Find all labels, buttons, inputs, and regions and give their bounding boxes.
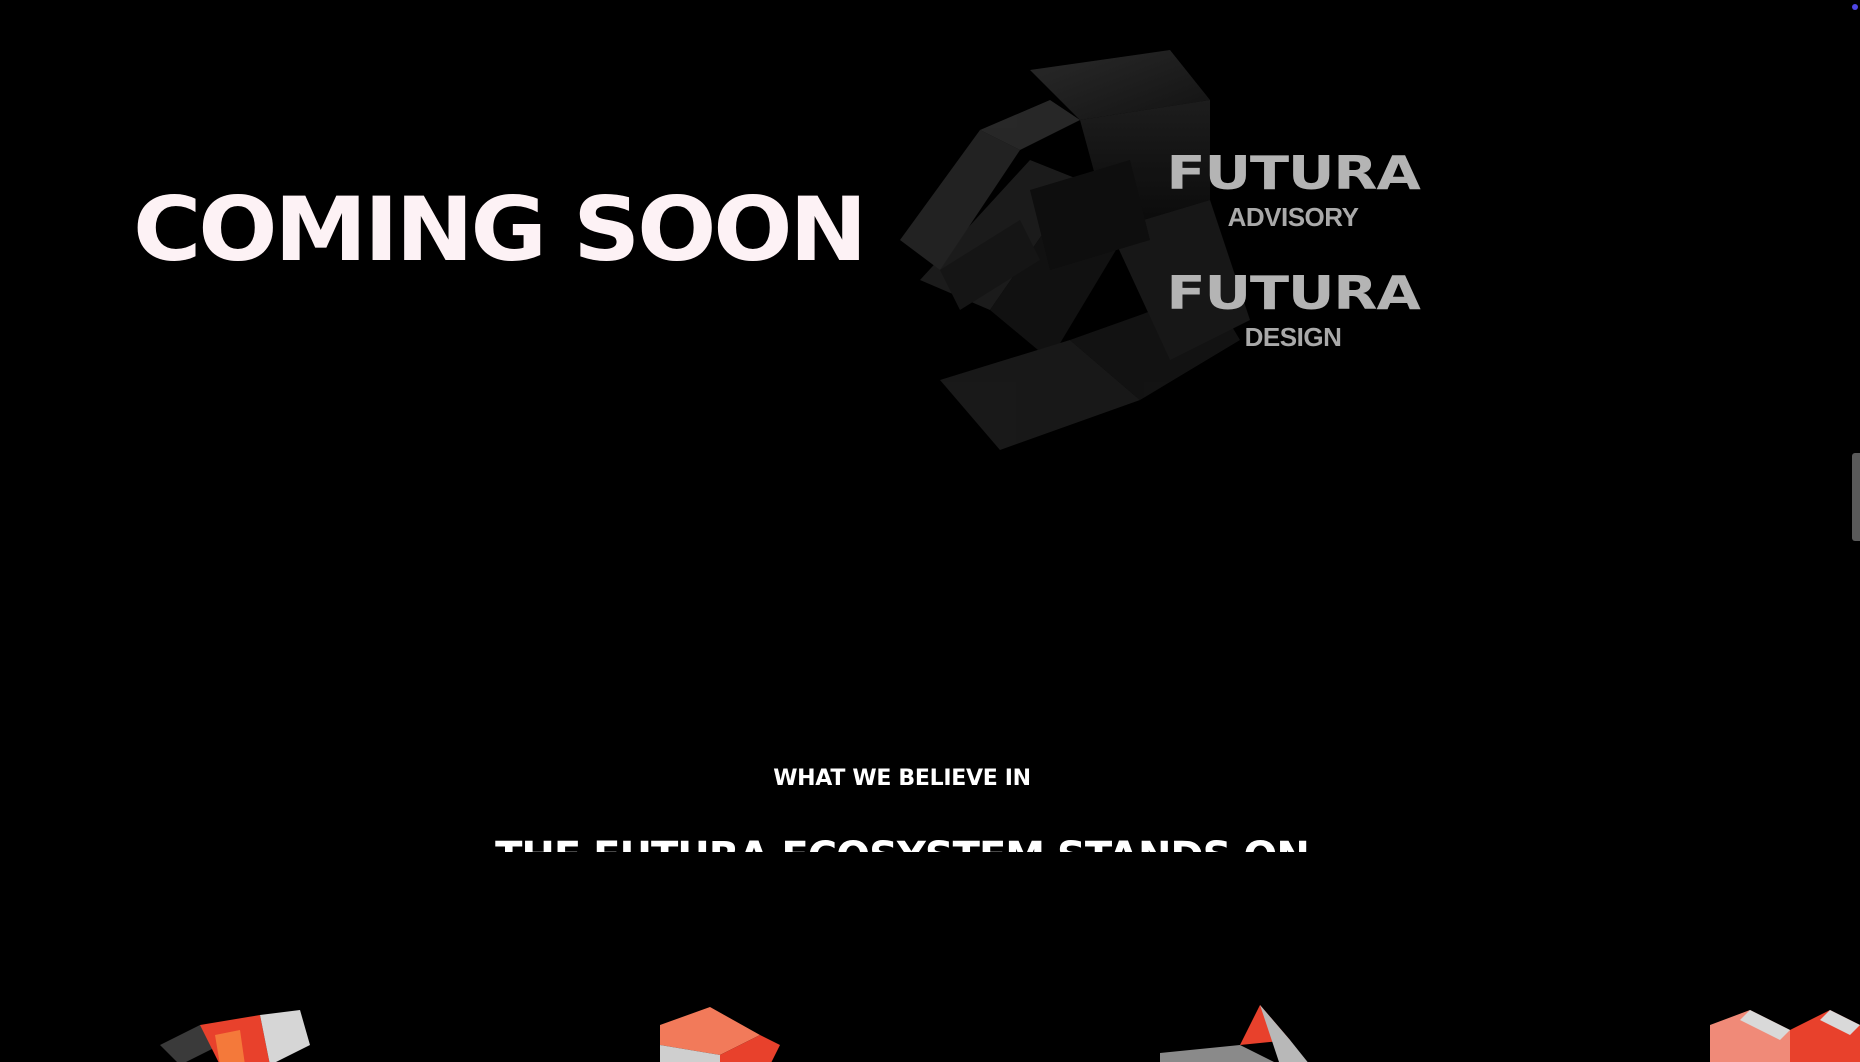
brand-futura-design[interactable]: FUTURA DESIGN bbox=[1143, 270, 1443, 353]
pillar-3-icon bbox=[1160, 1005, 1308, 1062]
brand-subtitle: ADVISORY bbox=[1227, 202, 1359, 232]
brand-subtitle: DESIGN bbox=[1244, 322, 1342, 352]
pillar-4-icon bbox=[1710, 1010, 1860, 1062]
page: COMING SOON FUTURA ADVISORY FUTURA DESIG… bbox=[0, 0, 1860, 1062]
status-dot bbox=[1852, 4, 1858, 10]
brand-name[interactable]: FUTURA bbox=[1106, 150, 1481, 196]
hero-title: COMING SOON bbox=[133, 178, 867, 281]
pillar-1-icon bbox=[160, 1010, 310, 1062]
brand-name[interactable]: FUTURA bbox=[1106, 270, 1481, 316]
futura-3d-logo-icon bbox=[900, 50, 1250, 450]
section-title-clip: THE FUTURA ECOSYSTEM STANDS ON bbox=[0, 828, 1804, 852]
section-title: THE FUTURA ECOSYSTEM STANDS ON bbox=[0, 834, 1804, 852]
scrollbar-thumb[interactable] bbox=[1852, 453, 1860, 541]
section-label: WHAT WE BELIEVE IN bbox=[773, 766, 1031, 791]
pillar-2-icon bbox=[660, 1007, 780, 1062]
brand-futura-advisory[interactable]: FUTURA ADVISORY bbox=[1143, 150, 1443, 233]
